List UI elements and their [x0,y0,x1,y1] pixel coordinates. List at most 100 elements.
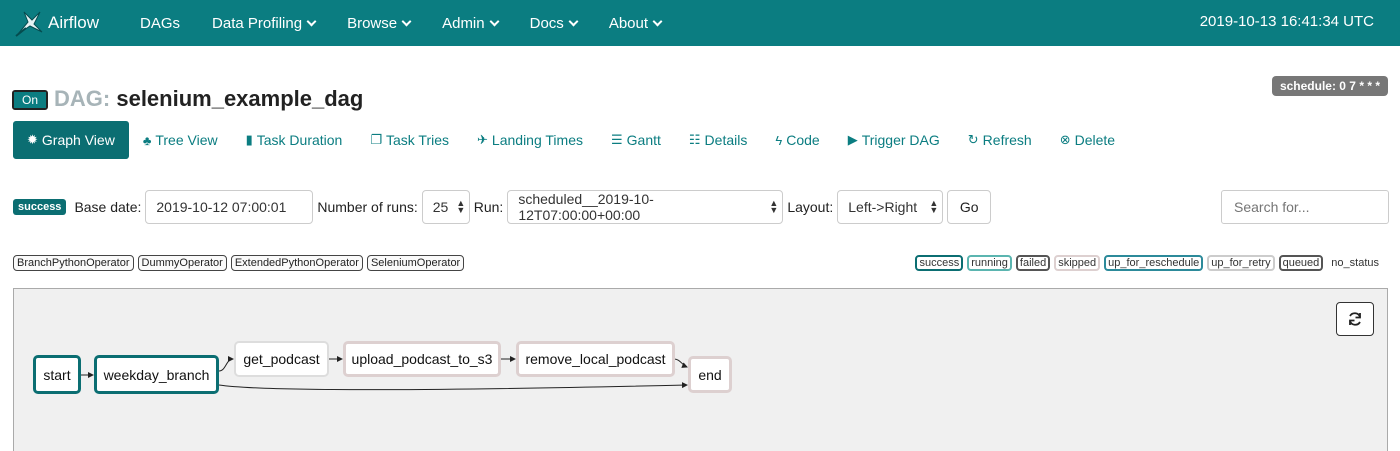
task-node-upload-podcast-to-s3[interactable]: upload_podcast_to_s3 [343,341,501,377]
nav-admin-label: Admin [442,14,485,32]
tab-label: Gantt [626,132,661,148]
tab-trigger-dag[interactable]: ▶ Trigger DAG [834,121,954,159]
airflow-logo-icon [15,11,43,37]
state-running[interactable]: running [967,255,1012,271]
num-runs-select[interactable]: 25 ▲ ▼ [421,190,470,224]
layout-label: Layout: [787,199,834,215]
run-label: Run: [473,199,504,215]
top-navbar: Airflow DAGs Data Profiling Browse Admin… [0,0,1400,46]
nav-data-profiling-label: Data Profiling [212,14,303,32]
server-time: 2019-10-13 16:41:34 UTC [1199,13,1374,30]
state-queued[interactable]: queued [1278,255,1324,271]
state-legend: success running failed skipped up_for_re… [915,255,1387,271]
toggle-label: On [14,92,46,108]
task-node-weekday-branch[interactable]: weekday_branch [94,355,219,394]
align-left-icon: ☰ [610,132,623,147]
tab-details[interactable]: ☷ Details [675,121,761,159]
chevron-down-icon [568,16,579,26]
status-badge: success [13,199,67,215]
task-node-end[interactable]: end [688,356,732,393]
num-runs-value: 25 [432,199,449,215]
tab-task-duration[interactable]: ▮ Task Duration [232,121,357,159]
operator-selenium: SeleniumOperator [366,255,465,271]
nav-dags[interactable]: DAGs [124,0,196,46]
task-label: end [698,366,722,383]
state-failed[interactable]: failed [1015,255,1051,271]
task-label: get_podcast [243,351,320,367]
nav-about[interactable]: About [593,0,677,46]
edge-weekday-get [218,356,234,372]
tab-refresh[interactable]: ↻ Refresh [954,121,1046,159]
tab-task-tries[interactable]: ❐ Task Tries [356,121,463,159]
nav-browse[interactable]: Browse [331,0,426,46]
nav-admin[interactable]: Admin [426,0,514,46]
operator-legend: BranchPythonOperator DummyOperator Exten… [13,255,468,271]
asterisk-icon: ✹ [27,132,38,147]
tab-label: Task Tries [386,132,450,148]
tab-label: Refresh [982,132,1032,148]
task-label: upload_podcast_to_s3 [351,351,493,367]
tab-delete[interactable]: ⊗ Delete [1046,121,1129,159]
state-no-status[interactable]: no_status [1327,255,1383,271]
task-label: start [43,366,71,383]
base-date-label: Base date: [74,199,142,215]
schedule-badge: schedule: 0 7 * * * [1271,76,1388,96]
layout-value: Left->Right [848,199,918,215]
dag-prefix: DAG: [54,86,111,111]
tab-landing-times[interactable]: ✈ Landing Times [463,121,597,159]
task-node-remove-local-podcast[interactable]: remove_local_podcast [516,341,675,377]
tab-gantt[interactable]: ☰ Gantt [597,121,675,159]
play-circle-icon: ▶ [847,132,858,147]
tab-graph-view[interactable]: ✹ Graph View [13,121,129,159]
task-label: remove_local_podcast [525,351,666,367]
nav-docs-label: Docs [529,14,564,32]
plane-icon: ✈ [477,132,488,147]
state-success[interactable]: success [915,255,964,271]
nav-docs[interactable]: Docs [514,0,593,46]
remove-circle-icon: ⊗ [1059,132,1071,147]
chevron-down-icon [306,16,317,26]
go-button[interactable]: Go [947,190,992,224]
dag-pause-toggle[interactable]: On [12,90,48,110]
edge-remove-end [673,358,688,368]
state-up-for-retry[interactable]: up_for_retry [1207,255,1275,271]
task-label: weekday_branch [103,366,210,383]
tab-label: Landing Times [491,132,583,148]
operator-dummy: DummyOperator [137,255,227,271]
bar-chart-icon: ▮ [245,132,253,147]
nav-browse-label: Browse [347,14,398,32]
brand[interactable]: Airflow [12,6,124,40]
task-node-start[interactable]: start [33,355,81,394]
tab-code[interactable]: ϟ Code [761,121,833,159]
nav-data-profiling[interactable]: Data Profiling [196,0,331,46]
num-runs-label: Number of runs: [317,199,418,215]
state-skipped[interactable]: skipped [1054,255,1101,271]
brand-name: Airflow [48,13,100,32]
chevron-down-icon [489,16,500,26]
go-label: Go [959,199,979,215]
task-node-get-podcast[interactable]: get_podcast [234,341,329,377]
select-arrows-icon: ▲ ▼ [929,198,939,215]
tree-icon: ♣ [142,132,152,148]
layout-select[interactable]: Left->Right ▲ ▼ [837,190,944,224]
select-arrows-icon: ▲ ▼ [769,198,779,215]
operator-extended-python: ExtendedPythonOperator [230,255,363,271]
edge-weekday-end [218,382,688,391]
view-tabs: ✹ Graph View ♣ Tree View ▮ Task Duration ❐ T… [13,121,1129,159]
tab-tree-view[interactable]: ♣ Tree View [129,121,232,159]
run-value: scheduled__2019-10-12T07:00:00+00:00 [518,191,654,223]
list-icon: ☷ [688,132,701,147]
state-up-for-reschedule[interactable]: up_for_reschedule [1104,255,1204,271]
graph-refresh-button[interactable] [1336,302,1374,336]
tab-label: Graph View [41,132,115,148]
refresh-icon [1349,312,1361,326]
base-date-input[interactable]: 2019-10-12 07:00:01 [145,190,314,224]
nav-dags-label: DAGs [140,14,181,32]
run-select[interactable]: scheduled__2019-10-12T07:00:00+00:00 ▲ ▼ [507,190,784,224]
tab-label: Code [786,132,820,148]
search-input[interactable] [1221,190,1389,224]
nav-about-label: About [608,14,649,32]
duplicate-icon: ❐ [370,132,382,147]
refresh-icon: ↻ [967,132,979,147]
flash-icon: ϟ [775,132,783,148]
